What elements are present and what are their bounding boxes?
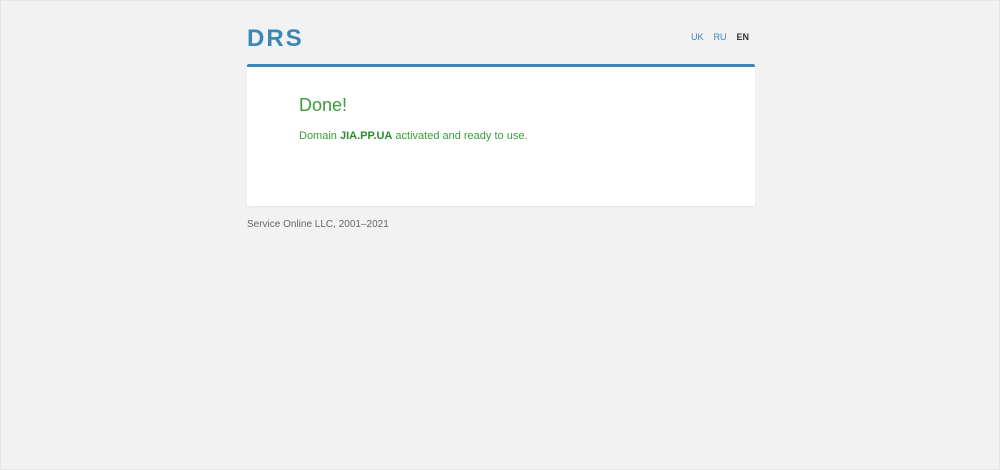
success-message: Domain JIA.PP.UA activated and ready to … bbox=[299, 129, 735, 143]
language-uk-link[interactable]: UK bbox=[691, 31, 704, 43]
language-switcher: UK RU EN bbox=[691, 31, 749, 43]
page: DRS UK RU EN Done! Domain JIA.PP.UA acti… bbox=[0, 0, 1000, 470]
header: DRS UK RU EN bbox=[247, 1, 755, 64]
language-en-link[interactable]: EN bbox=[736, 31, 749, 43]
message-suffix: activated and ready to use. bbox=[395, 130, 528, 142]
language-ru-link[interactable]: RU bbox=[713, 31, 726, 43]
message-prefix: Domain bbox=[299, 130, 337, 142]
domain-name: JIA.PP.UA bbox=[339, 130, 393, 142]
logo[interactable]: DRS bbox=[247, 25, 304, 53]
footer-copyright: Service Online LLC, 2001–2021 bbox=[247, 219, 389, 230]
success-card: Done! Domain JIA.PP.UA activated and rea… bbox=[247, 64, 755, 206]
success-title: Done! bbox=[299, 95, 348, 115]
content-wrapper: DRS UK RU EN Done! Domain JIA.PP.UA acti… bbox=[247, 1, 755, 230]
card-content: Done! Domain JIA.PP.UA activated and rea… bbox=[299, 94, 735, 143]
